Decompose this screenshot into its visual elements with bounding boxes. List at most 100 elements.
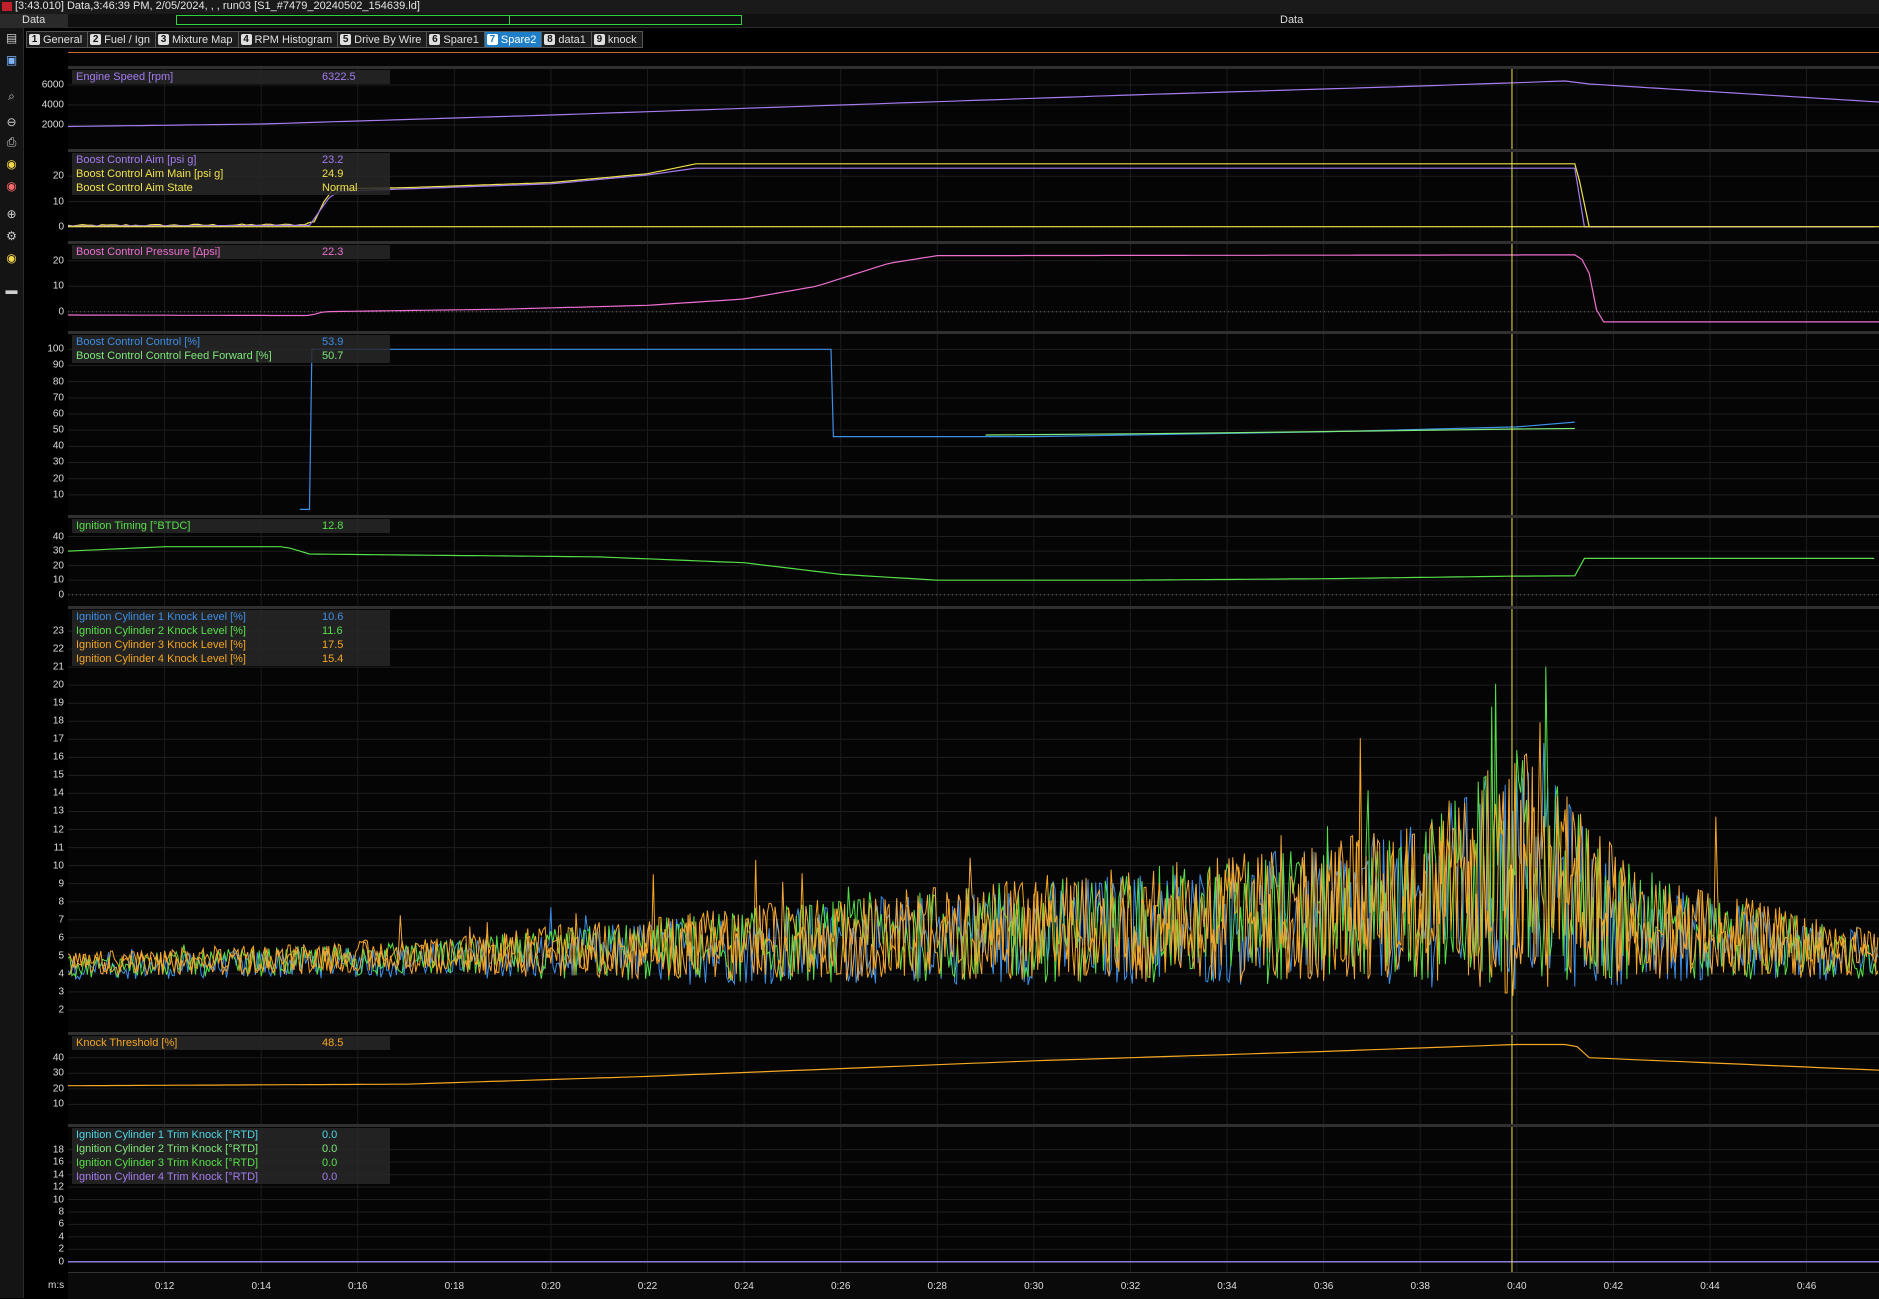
legend-row[interactable]: Engine Speed [rpm] 6322.5 xyxy=(76,70,386,84)
channel-name: Ignition Cylinder 3 Knock Level [%] xyxy=(76,639,246,651)
channel-value: 10.6 xyxy=(322,611,344,623)
legend-row[interactable]: Boost Control Pressure [Δpsi] 22.3 xyxy=(76,245,386,259)
y-axis-engine-speed[interactable]: 6000 4000 2000 xyxy=(2,69,68,149)
panel-knock-level[interactable] xyxy=(68,606,1879,1032)
legend-row[interactable]: Ignition Cylinder 1 Knock Level [%] 10.6 xyxy=(76,610,386,624)
tab-number: 7 xyxy=(486,34,498,45)
legend-row[interactable]: Boost Control Aim State Normal xyxy=(76,181,386,195)
range-split-marker[interactable] xyxy=(509,16,510,24)
tab-knock[interactable]: 9 knock xyxy=(590,31,643,48)
x-tick-label: 0:22 xyxy=(637,1281,658,1292)
y-tick-label: 7 xyxy=(58,914,64,926)
legend-row[interactable]: Ignition Cylinder 2 Knock Level [%] 11.6 xyxy=(76,624,386,638)
tab-label: knock xyxy=(607,33,637,46)
y-tick-label: 20 xyxy=(52,1083,64,1095)
y-tick-label: 21 xyxy=(52,661,64,673)
legend-row[interactable]: Knock Threshold [%] 48.5 xyxy=(76,1036,386,1050)
tab-data1[interactable]: 8 data1 xyxy=(541,31,591,48)
legend-row[interactable]: Boost Control Control [%] 53.9 xyxy=(76,335,386,349)
y-tick-label: 0 xyxy=(58,1256,64,1268)
tab-number: 9 xyxy=(593,34,605,45)
tab-mixture-map[interactable]: 3 Mixture Map xyxy=(155,31,238,48)
data-range-bar[interactable]: Data Data xyxy=(0,14,1879,28)
y-tick-label: 17 xyxy=(52,733,64,745)
tab-label: Spare1 xyxy=(443,33,479,46)
workbook-icon[interactable]: ▤ xyxy=(4,32,19,45)
channel-name: Ignition Cylinder 4 Trim Knock [°RTD] xyxy=(76,1171,259,1183)
y-tick-label: 18 xyxy=(52,715,64,727)
y-tick-label: 30 xyxy=(52,456,64,468)
legend-engine-speed[interactable]: Engine Speed [rpm] 6322.5 xyxy=(72,70,390,84)
plot-knock-level[interactable] xyxy=(68,609,1879,1032)
tab-label: RPM Histogram xyxy=(254,33,333,46)
overlay-icon[interactable]: ▣ xyxy=(4,54,19,67)
legend-ignition-timing[interactable]: Ignition Timing [°BTDC] 12.8 xyxy=(72,519,390,533)
y-tick-label: 10 xyxy=(52,860,64,872)
channel-value: 50.7 xyxy=(322,350,344,362)
x-tick-label: 0:12 xyxy=(154,1281,175,1292)
y-tick-label: 0 xyxy=(58,589,64,601)
legend-row[interactable]: Ignition Cylinder 3 Trim Knock [°RTD] 0.0 xyxy=(76,1156,386,1170)
window-title-bar: [3:43.010] Data,3:46:39 PM, 2/05/2024, ,… xyxy=(0,0,1879,15)
y-tick-label: 14 xyxy=(52,787,64,799)
legend-row[interactable]: Ignition Timing [°BTDC] 12.8 xyxy=(76,519,386,533)
channel-name: Ignition Cylinder 1 Trim Knock [°RTD] xyxy=(76,1129,259,1141)
tab-rpm-histogram[interactable]: 4 RPM Histogram xyxy=(237,31,338,48)
x-axis[interactable]: 0:12 0:14 0:16 0:18 0:20 0:22 0:24 0:26 0:28 0:30… xyxy=(68,1272,1879,1299)
tab-drive-by-wire[interactable]: 5 Drive By Wire xyxy=(337,31,427,48)
y-axis-boost-control[interactable]: 100 90 80 70 60 50 40 30 20 10 xyxy=(2,334,68,515)
y-tick-label: 100 xyxy=(47,343,64,355)
legend-row[interactable]: Ignition Cylinder 4 Trim Knock [°RTD] 0.0 xyxy=(76,1170,386,1184)
app-logo-icon xyxy=(2,2,12,11)
channel-value: 48.5 xyxy=(322,1037,344,1049)
channel-name: Ignition Cylinder 2 Knock Level [%] xyxy=(76,625,246,637)
legend-row[interactable]: Ignition Cylinder 2 Trim Knock [°RTD] 0.0 xyxy=(76,1142,386,1156)
y-tick-label: 11 xyxy=(53,842,64,854)
y-axis-knock-threshold[interactable]: 40 30 20 10 xyxy=(2,1035,68,1124)
channel-name: Boost Control Control Feed Forward [%] xyxy=(76,350,272,362)
channel-name: Ignition Cylinder 4 Knock Level [%] xyxy=(76,653,246,665)
time-range-selector[interactable] xyxy=(176,15,742,25)
y-tick-label: 18 xyxy=(52,1144,64,1156)
y-tick-label: 10 xyxy=(52,1194,64,1205)
legend-knock-threshold[interactable]: Knock Threshold [%] 48.5 xyxy=(72,1036,390,1050)
y-tick-label: 23 xyxy=(52,625,64,637)
y-axis-boost-aim[interactable]: 20 10 0 xyxy=(2,152,68,241)
y-axis-trim-knock[interactable]: 18 16 14 12 10 8 6 4 2 0 xyxy=(2,1127,68,1272)
tab-spare2[interactable]: 7 Spare2 xyxy=(483,31,542,48)
legend-row[interactable]: Ignition Cylinder 4 Knock Level [%] 15.4 xyxy=(76,652,386,666)
x-tick-label: 0:46 xyxy=(1796,1281,1817,1292)
channel-name: Boost Control Aim Main [psi g] xyxy=(76,168,224,180)
y-tick-label: 50 xyxy=(52,424,64,436)
x-tick-label: 0:20 xyxy=(541,1281,561,1292)
y-tick-label: 12 xyxy=(52,824,64,836)
y-axis-ignition-timing[interactable]: 40 30 20 10 0 xyxy=(2,518,68,606)
y-axis-boost-pressure[interactable]: 20 10 0 xyxy=(2,244,68,331)
y-tick-label: 90 xyxy=(52,359,64,371)
legend-trim-knock[interactable]: Ignition Cylinder 1 Trim Knock [°RTD] 0.0… xyxy=(72,1128,390,1184)
y-tick-label: 2000 xyxy=(41,119,64,131)
legend-row[interactable]: Boost Control Control Feed Forward [%] 50… xyxy=(76,349,386,363)
legend-knock-level[interactable]: Ignition Cylinder 1 Knock Level [%] 10.6 I… xyxy=(72,610,390,666)
legend-boost-control[interactable]: Boost Control Control [%] 53.9 Boost Contr… xyxy=(72,335,390,363)
channel-value: 17.5 xyxy=(322,639,344,651)
tab-label: Spare2 xyxy=(500,33,537,46)
x-tick-label: 0:28 xyxy=(927,1281,947,1292)
legend-boost-pressure[interactable]: Boost Control Pressure [Δpsi] 22.3 xyxy=(72,245,390,259)
tab-spare1[interactable]: 6 Spare1 xyxy=(426,31,484,48)
legend-row[interactable]: Boost Control Aim [psi g] 23.2 xyxy=(76,153,386,167)
legend-boost-aim[interactable]: Boost Control Aim [psi g] 23.2 Boost Contr… xyxy=(72,153,390,195)
y-tick-label: 70 xyxy=(52,392,64,404)
legend-row[interactable]: Ignition Cylinder 3 Knock Level [%] 17.5 xyxy=(76,638,386,652)
channel-value: 0.0 xyxy=(322,1129,338,1141)
x-tick-label: 0:40 xyxy=(1507,1281,1527,1292)
x-tick-label: 0:36 xyxy=(1313,1281,1334,1292)
y-tick-label: 5 xyxy=(58,950,64,962)
y-axis-knock-level[interactable]: 23 22 21 20 19 18 17 16 15 14 13 12 11 10 9 8 7 6 5 4 3 2 xyxy=(2,609,68,1032)
legend-row[interactable]: Ignition Cylinder 1 Trim Knock [°RTD] 0.0 xyxy=(76,1128,386,1142)
tab-fuel-ign[interactable]: 2 Fuel / Ign xyxy=(87,31,155,48)
tab-general[interactable]: 1 General xyxy=(26,31,88,48)
channel-name: Boost Control Aim [psi g] xyxy=(76,154,197,166)
legend-row[interactable]: Boost Control Aim Main [psi g] 24.9 xyxy=(76,167,386,181)
y-tick-label: 20 xyxy=(52,473,64,485)
